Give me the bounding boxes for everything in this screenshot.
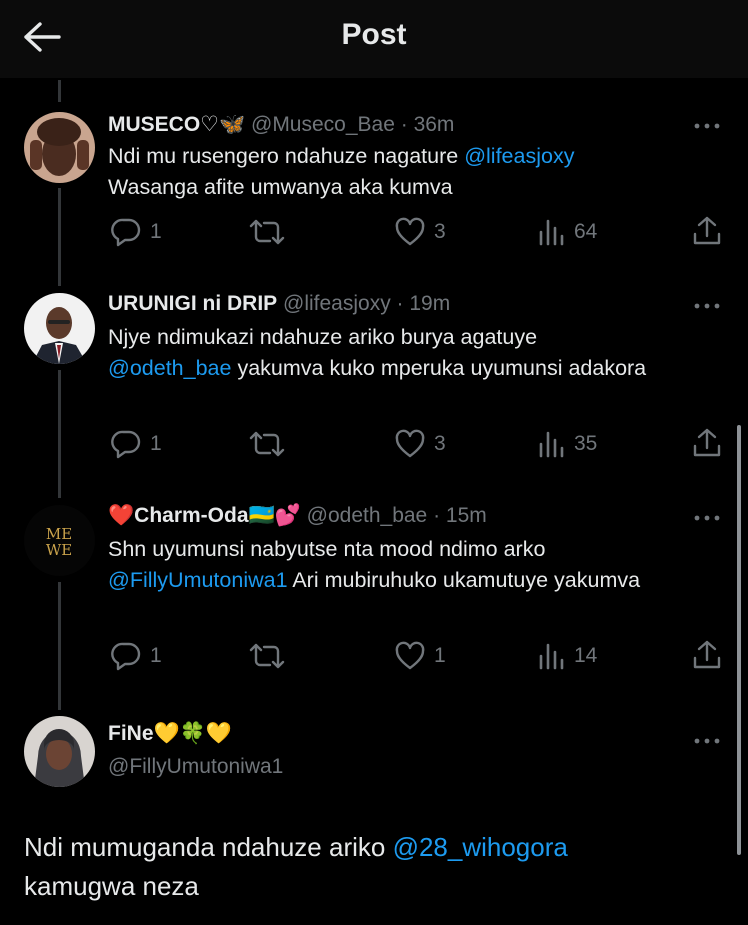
- share-button[interactable]: [692, 639, 722, 671]
- more-options-icon[interactable]: [692, 510, 722, 521]
- views-button[interactable]: 64: [538, 217, 597, 247]
- user-handle[interactable]: @Museco_Bae: [251, 113, 395, 136]
- repost-button[interactable]: [248, 217, 294, 247]
- display-name[interactable]: URUNIGI ni DRIP: [108, 292, 277, 315]
- tweet-header: ❤️Charm-Oda🇷🇼💕 @odeth_bae · 15m: [108, 504, 487, 528]
- thread-line: [58, 582, 61, 710]
- views-icon: [539, 431, 564, 458]
- share-icon: [693, 216, 721, 245]
- tweet-text-part: Njye ndimukazi ndahuze ariko burya agatu…: [108, 325, 538, 349]
- reply-icon: [111, 218, 141, 247]
- heart-icon: [395, 641, 425, 670]
- tweet-text-part: yakumva kuko mperuka uyumunsi adakora: [231, 356, 647, 380]
- mention-link[interactable]: @lifeasjoxy: [464, 144, 574, 168]
- views-count: 14: [574, 644, 598, 667]
- tweet-text-part: Wasanga afite umwanya aka kumva: [108, 175, 453, 199]
- views-count: 64: [574, 220, 598, 243]
- mention-link[interactable]: @odeth_bae: [108, 356, 231, 380]
- tweet-text: Ndi mu rusengero ndahuze nagature @lifea…: [108, 141, 708, 203]
- repost-button[interactable]: [248, 429, 294, 459]
- heart-icon: [395, 217, 425, 246]
- reply-count: 1: [150, 644, 162, 667]
- mention-link[interactable]: @FillyUmutoniwa1: [108, 568, 288, 592]
- tweet-text-part: Ndi mu rusengero ndahuze nagature: [108, 144, 465, 168]
- svg-text:WE: WE: [46, 541, 72, 559]
- more-options-icon[interactable]: [692, 118, 722, 129]
- post-text-part: kamugwa neza: [24, 871, 199, 901]
- post-text: Ndi mumuganda ndahuze ariko @28_wihogora…: [24, 828, 714, 906]
- user-handle[interactable]: @lifeasjoxy: [283, 292, 391, 315]
- reply-icon: [111, 430, 141, 459]
- more-options-icon[interactable]: [692, 733, 722, 744]
- like-count: 1: [434, 644, 446, 667]
- reply-icon: [111, 642, 141, 671]
- reply-button[interactable]: 1: [110, 641, 162, 671]
- thread-line: [58, 370, 61, 498]
- timestamp[interactable]: · 36m: [401, 113, 455, 136]
- mention-link[interactable]: @28_wihogora: [393, 832, 568, 862]
- page-title: Post: [341, 18, 407, 51]
- share-button[interactable]: [692, 215, 722, 247]
- thread-line: [58, 80, 61, 102]
- heart-icon: [395, 429, 425, 458]
- more-options-icon[interactable]: [692, 298, 722, 309]
- tweet-text: Shn uyumunsi nabyutse nta mood ndimo ark…: [108, 534, 708, 596]
- repost-button[interactable]: [248, 641, 294, 671]
- views-icon: [539, 643, 564, 670]
- display-name[interactable]: MUSECO♡🦋: [108, 113, 245, 136]
- like-button[interactable]: 1: [394, 641, 446, 671]
- share-icon: [693, 640, 721, 669]
- like-button[interactable]: 3: [394, 217, 446, 247]
- reply-count: 1: [150, 432, 162, 455]
- like-button[interactable]: 3: [394, 429, 446, 459]
- tweet-text: Njye ndimukazi ndahuze ariko burya agatu…: [108, 322, 708, 384]
- user-handle[interactable]: @odeth_bae: [307, 504, 428, 527]
- tweet-text-part: Ari mubiruhuko ukamutuye yakumva: [287, 568, 641, 592]
- views-icon: [539, 219, 564, 246]
- views-button[interactable]: 14: [538, 641, 597, 671]
- post-text-part: Ndi mumuganda ndahuze ariko: [24, 832, 393, 862]
- display-name[interactable]: ❤️Charm-Oda🇷🇼💕: [108, 504, 301, 527]
- tweet-text-part: Shn uyumunsi nabyutse nta mood ndimo ark…: [108, 537, 546, 561]
- avatar[interactable]: ME WE: [24, 505, 95, 576]
- like-count: 3: [434, 220, 446, 243]
- timestamp[interactable]: · 19m: [397, 292, 451, 315]
- avatar[interactable]: [24, 716, 95, 787]
- reply-count: 1: [150, 220, 162, 243]
- share-button[interactable]: [692, 427, 722, 459]
- display-name[interactable]: FiNe💛🍀💛: [108, 722, 232, 746]
- top-bar: Post: [0, 0, 748, 78]
- avatar[interactable]: [24, 112, 95, 183]
- timestamp[interactable]: · 15m: [433, 504, 487, 527]
- views-button[interactable]: 35: [538, 429, 597, 459]
- scrollbar[interactable]: [737, 425, 741, 855]
- reply-button[interactable]: 1: [110, 429, 162, 459]
- views-count: 35: [574, 432, 598, 455]
- thread-line: [58, 188, 61, 286]
- avatar[interactable]: [24, 293, 95, 364]
- repost-icon: [249, 431, 285, 457]
- tweet-header: URUNIGI ni DRIP @lifeasjoxy · 19m: [108, 292, 450, 316]
- repost-icon: [249, 643, 285, 669]
- share-icon: [693, 428, 721, 457]
- repost-icon: [249, 219, 285, 245]
- tweet-header: MUSECO♡🦋 @Museco_Bae · 36m: [108, 112, 454, 137]
- reply-button[interactable]: 1: [110, 217, 162, 247]
- like-count: 3: [434, 432, 446, 455]
- user-handle[interactable]: @FillyUmutoniwa1: [108, 755, 283, 779]
